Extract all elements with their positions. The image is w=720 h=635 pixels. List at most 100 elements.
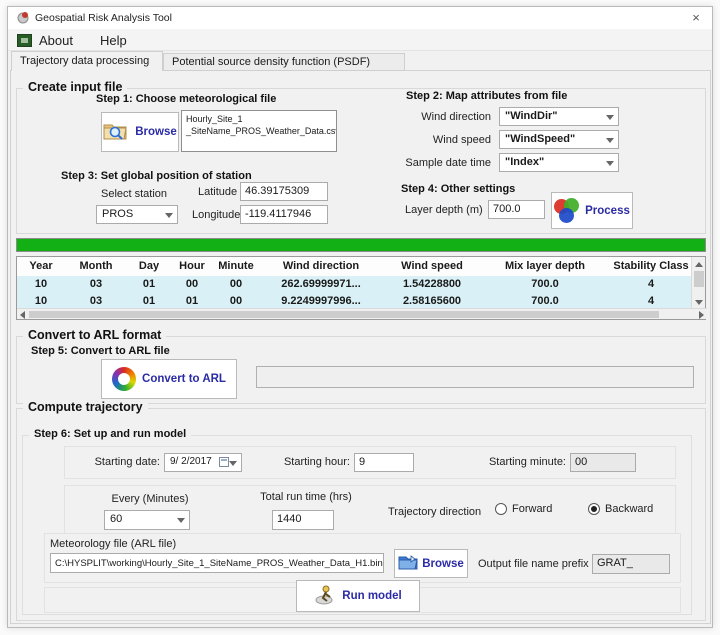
- blue-folder-icon: [398, 554, 418, 573]
- step1-title: Step 1: Choose meteorological file: [96, 93, 276, 105]
- chevron-down-icon: [177, 518, 185, 523]
- menu-help[interactable]: Help: [96, 32, 131, 49]
- run-model-button[interactable]: Run model: [296, 580, 420, 612]
- window-title: Geospatial Risk Analysis Tool: [35, 12, 172, 24]
- calendar-icon: [219, 457, 229, 467]
- step4-title: Step 4: Other settings: [401, 183, 515, 195]
- process-label: Process: [585, 205, 630, 217]
- starting-hour-field[interactable]: 9: [354, 453, 414, 472]
- col-day: Day: [127, 257, 171, 276]
- vertical-scroll-thumb[interactable]: [694, 271, 704, 287]
- rgb-circles-icon: [554, 198, 582, 224]
- scroll-down-icon[interactable]: [695, 300, 703, 305]
- weather-data-table[interactable]: Year Month Day Hour Minute Wind directio…: [16, 256, 706, 320]
- browse-arl-file-button[interactable]: Browse: [394, 549, 468, 578]
- output-prefix-label: Output file name prefix: [478, 558, 589, 570]
- process-button[interactable]: Process: [551, 192, 633, 229]
- sample-date-time-label: Sample date time: [391, 157, 491, 169]
- wind-speed-combo[interactable]: "WindSpeed": [499, 130, 619, 149]
- close-button[interactable]: ×: [686, 8, 706, 28]
- every-minutes-value: 60: [110, 513, 122, 525]
- chevron-down-icon: [606, 138, 614, 143]
- backward-label: Backward: [605, 503, 653, 515]
- color-ring-icon: [112, 367, 136, 391]
- group-create-input-file-title: Create input file: [23, 80, 127, 94]
- trajectory-direction-label: Trajectory direction: [388, 506, 481, 518]
- sample-date-time-value: "Index": [505, 156, 544, 168]
- wind-direction-value: "WindDir": [505, 110, 558, 122]
- step6-title: Step 6: Set up and run model: [29, 428, 191, 440]
- met-file-field[interactable]: C:\HYSPLIT\working\Hourly_Site_1_SiteNam…: [50, 553, 384, 573]
- chevron-down-icon: [606, 161, 614, 166]
- step3-title: Step 3: Set global position of station: [61, 170, 252, 182]
- scroll-left-icon[interactable]: [20, 311, 25, 319]
- select-station-label: Select station: [101, 188, 167, 200]
- wind-direction-combo[interactable]: "WindDir": [499, 107, 619, 126]
- met-csv-file-box[interactable]: Hourly_Site_1 _SiteName_PROS_Weather_Dat…: [181, 110, 337, 152]
- radio-backward[interactable]: Backward: [588, 503, 653, 515]
- app-window: Geospatial Risk Analysis Tool × About He…: [7, 6, 713, 628]
- cell: 03: [65, 276, 127, 293]
- latitude-label: Latitude: [198, 186, 237, 198]
- table-horizontal-scrollbar[interactable]: [17, 308, 707, 319]
- output-prefix-field[interactable]: GRAT_: [592, 554, 670, 574]
- radio-dot-icon: [588, 503, 600, 515]
- station-combo[interactable]: PROS: [96, 205, 178, 224]
- starting-date-picker[interactable]: 9/ 2/2017: [164, 453, 242, 472]
- scroll-up-icon[interactable]: [695, 262, 703, 267]
- every-minutes-combo[interactable]: 60: [104, 510, 190, 530]
- sample-date-time-combo[interactable]: "Index": [499, 153, 619, 172]
- chevron-down-icon: [165, 213, 173, 218]
- cell: 4: [609, 276, 693, 293]
- scroll-right-icon[interactable]: [699, 311, 704, 319]
- col-minute: Minute: [213, 257, 259, 276]
- run-model-label: Run model: [342, 590, 401, 602]
- group-convert-arl-title: Convert to ARL format: [23, 328, 166, 342]
- tab-trajectory-data-processing[interactable]: Trajectory data processing: [11, 51, 163, 71]
- col-year: Year: [17, 257, 65, 276]
- cell: 700.0: [481, 276, 609, 293]
- step2-title: Step 2: Map attributes from file: [406, 90, 567, 102]
- forward-label: Forward: [512, 503, 552, 515]
- radio-forward[interactable]: Forward: [495, 503, 552, 515]
- cell: 1.54228800: [383, 276, 481, 293]
- menu-bar: About Help: [8, 29, 712, 51]
- csv-load-progress-bar: [16, 238, 706, 252]
- starting-date-value: 9/ 2/2017: [170, 456, 212, 467]
- convert-to-arl-button[interactable]: Convert to ARL: [101, 359, 237, 399]
- app-icon: [17, 11, 30, 24]
- starting-date-label: Starting date:: [68, 456, 160, 468]
- met-file-label: Meteorology file (ARL file): [50, 538, 176, 550]
- wind-speed-value: "WindSpeed": [505, 133, 575, 145]
- starting-minute-field[interactable]: 00: [570, 453, 636, 472]
- met-csv-file-line1: Hourly_Site_1: [186, 113, 332, 125]
- table-vertical-scrollbar[interactable]: [691, 257, 705, 310]
- latitude-field[interactable]: 46.39175309: [240, 182, 328, 201]
- col-wind-direction: Wind direction: [259, 257, 383, 276]
- folder-search-icon: [103, 121, 129, 144]
- browse-met-file-button[interactable]: Browse: [101, 112, 179, 152]
- convert-progress-bar: [256, 366, 694, 388]
- every-minutes-label: Every (Minutes): [104, 493, 196, 505]
- step5-title: Step 5: Convert to ARL file: [31, 345, 170, 357]
- longitude-field[interactable]: -119.4117946: [240, 205, 328, 224]
- group-compute-trajectory-title: Compute trajectory: [23, 400, 148, 414]
- tab-psdf[interactable]: Potential source density function (PSDF): [163, 53, 405, 71]
- about-icon: [17, 34, 32, 47]
- horizontal-scroll-thumb[interactable]: [29, 311, 659, 318]
- met-csv-file-line2: _SiteName_PROS_Weather_Data.csv: [186, 125, 332, 137]
- total-run-time-field[interactable]: 1440: [272, 510, 334, 530]
- col-mix-layer-depth: Mix layer depth: [481, 257, 609, 276]
- chevron-down-icon: [606, 115, 614, 120]
- layer-depth-label: Layer depth (m): [405, 204, 483, 216]
- menu-about[interactable]: About: [35, 32, 77, 49]
- cell: 10: [17, 276, 65, 293]
- wind-speed-label: Wind speed: [398, 134, 491, 146]
- layer-depth-field[interactable]: 700.0: [488, 200, 545, 219]
- starting-hour-label: Starting hour:: [260, 456, 350, 468]
- cell: 01: [127, 276, 171, 293]
- col-hour: Hour: [171, 257, 213, 276]
- longitude-label: Longitude: [192, 209, 240, 221]
- total-run-time-label: Total run time (hrs): [254, 491, 358, 503]
- table-row[interactable]: 10 03 01 00 00 262.69999971... 1.5422880…: [17, 276, 693, 293]
